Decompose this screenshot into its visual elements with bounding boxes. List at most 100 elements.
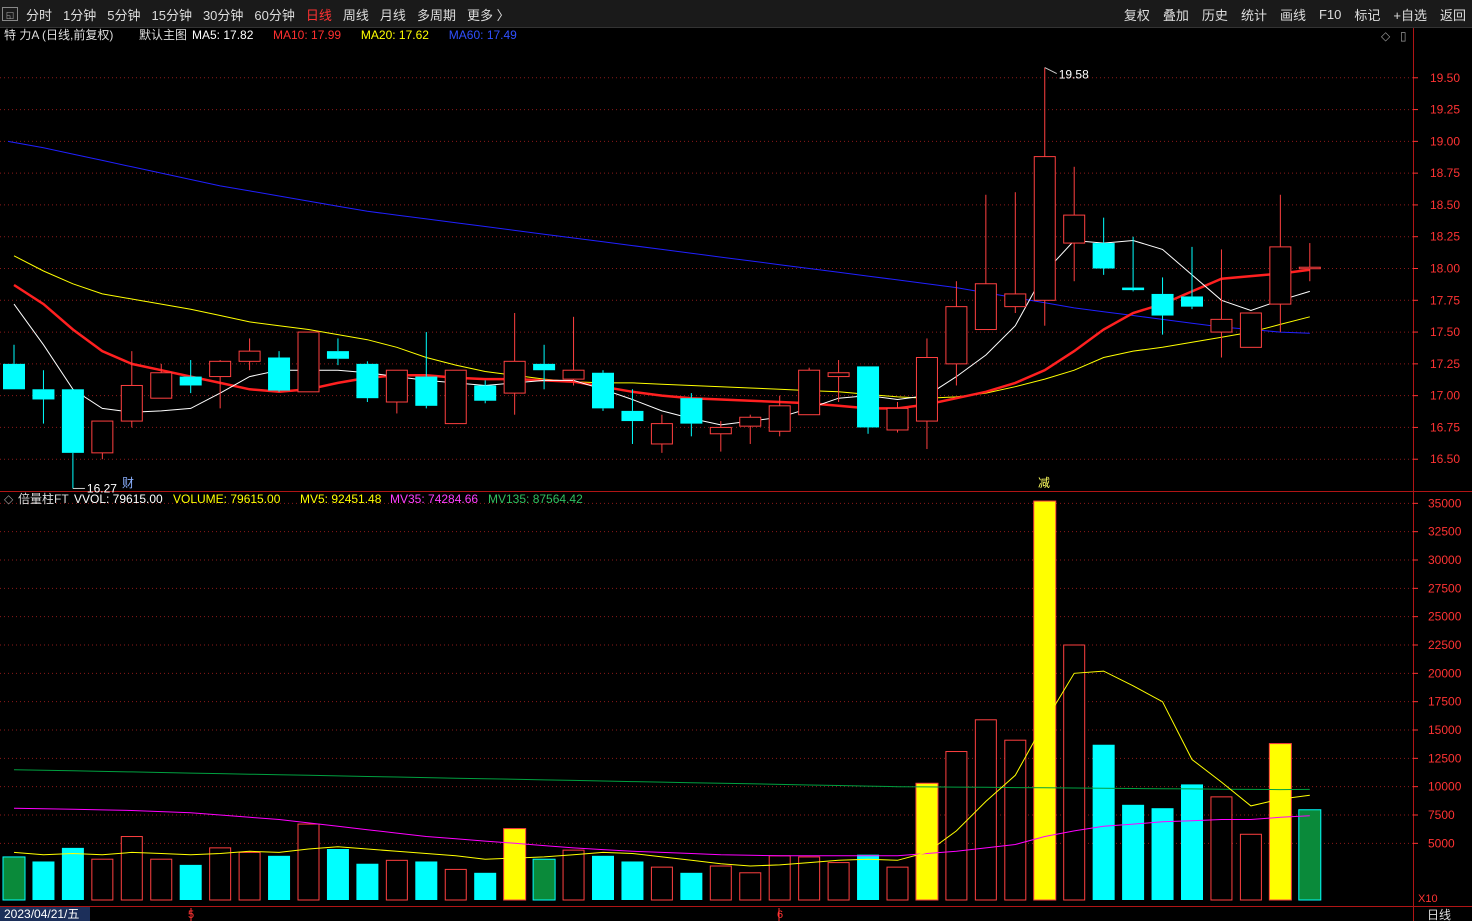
grid-lines	[0, 77, 1413, 844]
candle-body	[1151, 293, 1174, 316]
period-tab-4[interactable]: 30分钟	[203, 5, 243, 24]
candle-31	[915, 338, 938, 450]
candle-28	[827, 360, 850, 402]
candle-body	[1239, 312, 1262, 348]
reduction-mark[interactable]: 减	[1038, 476, 1050, 490]
price-tick-label-0: 16.50	[1430, 452, 1460, 466]
period-tab-7[interactable]: 周线	[343, 5, 369, 24]
period-tabs: ◱ 分时 1分钟 5分钟 15分钟 30分钟 60分钟 日线 周线 月线 多周期 更多 〉	[2, 0, 521, 28]
volume-bar-21	[621, 861, 644, 900]
volume-bar-6	[179, 864, 202, 900]
volume-bar-16	[474, 872, 497, 900]
ma-legend-2: MA20: 17.62	[361, 28, 429, 42]
candle-27	[798, 367, 821, 416]
diamond-icon[interactable]: ◇	[1381, 29, 1391, 43]
period-tab-8[interactable]: 月线	[380, 5, 406, 24]
volume-panel-icon[interactable]: ◇	[4, 492, 14, 506]
candle-body	[915, 357, 938, 422]
volume-bar-14	[415, 861, 438, 900]
period-tab-1[interactable]: 1分钟	[63, 5, 96, 24]
period-tab-9[interactable]: 多周期	[417, 5, 456, 24]
toolbar-button-5[interactable]: F10	[1319, 7, 1341, 22]
candle-body	[739, 416, 762, 427]
panel-toggle-icon[interactable]: ▯	[1400, 29, 1407, 43]
ma10-line	[13, 268, 1310, 410]
period-tab-3[interactable]: 15分钟	[151, 5, 191, 24]
price-tick-label-10: 19.00	[1430, 134, 1460, 148]
toolbar-button-2[interactable]: 历史	[1202, 5, 1228, 24]
volume-bar-9	[268, 855, 291, 900]
candlestick-series	[3, 67, 1321, 489]
candle-14	[415, 332, 438, 409]
period-tab-5[interactable]: 60分钟	[254, 5, 294, 24]
ma60-line	[7, 140, 1310, 334]
candle-body	[798, 369, 821, 416]
price-tick-label-5: 17.75	[1430, 293, 1460, 307]
candle-body	[1269, 246, 1292, 305]
volume-bar-19	[562, 849, 585, 901]
month-mark-5: 5	[188, 909, 194, 921]
candle-4	[120, 351, 143, 428]
period-tab-6[interactable]: 日线	[306, 5, 332, 24]
candle-9	[268, 351, 291, 392]
candle-0	[3, 344, 25, 390]
period-tab-2[interactable]: 5分钟	[107, 5, 140, 24]
volume-average-lines	[13, 670, 1310, 867]
volume-indicator-title[interactable]: 倍量柱FT	[18, 491, 69, 506]
volume-bar-4	[120, 836, 143, 901]
high-annotation: 19.58	[1059, 68, 1089, 82]
ma-legend-1: MA10: 17.99	[273, 28, 341, 42]
volume-bar-28	[827, 862, 850, 901]
volume-bar-34	[1004, 739, 1027, 901]
toolbar-button-1[interactable]: 叠加	[1163, 5, 1189, 24]
toolbar-button-6[interactable]: 标记	[1354, 5, 1380, 24]
price-tick-label-7: 18.25	[1430, 230, 1460, 244]
financial-report-mark[interactable]: 财	[122, 476, 134, 490]
candle-21	[621, 389, 644, 444]
stock-chart[interactable]: 16.50 16.75 17.00 17.25 17.50 17.75 18.00 18.25…	[0, 28, 1472, 921]
candle-body	[326, 351, 349, 359]
candle-8	[238, 338, 261, 371]
volume-legend-2: MV5: 92451.48	[300, 492, 382, 506]
toolbar-button-0[interactable]: 复权	[1124, 5, 1150, 24]
toolbar-button-7[interactable]: +自选	[1393, 5, 1427, 24]
volume-bars	[2, 500, 1322, 901]
volume-tick-label-1: 7500	[1428, 808, 1455, 822]
stock-name[interactable]: 特 力A (日线,前复权)	[4, 28, 113, 42]
period-tab-0[interactable]: 分时	[26, 5, 52, 24]
candle-body	[680, 398, 703, 424]
candle-6	[179, 360, 202, 394]
toolbar-button-8[interactable]: 返回	[1440, 5, 1466, 24]
volume-bar-38	[1122, 804, 1145, 900]
period-indicator[interactable]: 日线	[1427, 908, 1451, 921]
volume-bar-35	[1033, 500, 1057, 901]
toolbar-button-4[interactable]: 画线	[1280, 5, 1306, 24]
moving-average-lines	[7, 140, 1310, 426]
volume-tick-label-7: 22500	[1428, 638, 1462, 652]
price-tick-label-6: 18.00	[1430, 262, 1460, 276]
volume-legend-4: MV135: 87564.42	[488, 492, 583, 506]
candle-17	[503, 313, 526, 415]
volume-tick-label-6: 20000	[1428, 666, 1462, 680]
volume-tick-label-8: 25000	[1428, 610, 1462, 624]
window-menu-icon[interactable]: ◱	[2, 7, 18, 21]
candle-body	[1004, 293, 1027, 308]
candle-body	[1063, 214, 1086, 244]
candle-1	[32, 370, 55, 424]
candle-15	[444, 369, 467, 425]
candle-40	[1181, 246, 1203, 310]
high-annotation-pointer	[1044, 67, 1057, 75]
main-chart-label[interactable]: 默认主图	[139, 28, 187, 42]
candle-10	[297, 331, 320, 393]
candle-32	[945, 281, 968, 386]
candle-body	[592, 372, 614, 409]
volume-bar-13	[385, 859, 408, 901]
toolbar-button-3[interactable]: 统计	[1241, 5, 1267, 24]
candle-22	[650, 414, 673, 453]
volume-bar-44	[1298, 809, 1322, 901]
period-tab-10[interactable]: 更多 〉	[467, 5, 510, 24]
volume-bar-5	[150, 858, 173, 901]
volume-bar-7	[209, 847, 232, 901]
volume-bar-1	[32, 861, 55, 900]
volume-bar-36	[1063, 644, 1086, 901]
